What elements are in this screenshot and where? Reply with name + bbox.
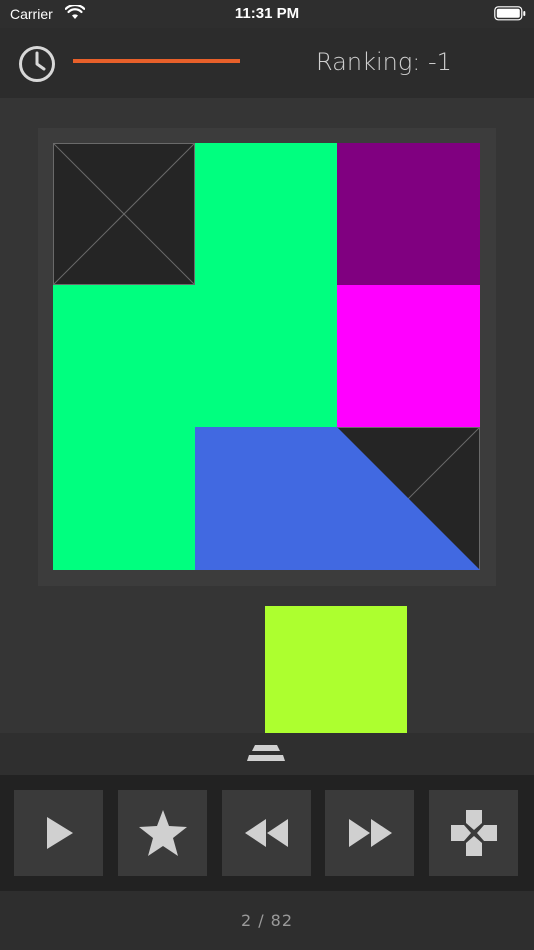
star-icon [138,810,187,856]
magenta-piece [337,285,480,427]
puzzle-board[interactable] [53,143,480,570]
ranking-label: Ranking: -1 [316,48,452,76]
drawer-handle[interactable] [0,733,534,775]
puzzle-board-frame [38,128,496,586]
favorite-button[interactable] [118,790,207,876]
purple-piece [337,143,480,285]
fast-forward-icon [348,819,392,847]
play-area [0,98,534,733]
gamepad-button[interactable] [429,790,518,876]
status-bar: Carrier 11:31 PM [0,0,534,28]
play-icon [46,817,73,849]
drawer-handle-icon [245,743,287,769]
tray-piece-yellow-green[interactable] [265,606,407,733]
status-time: 11:31 PM [234,5,300,22]
timer-progress-bar [73,59,240,63]
footer: 2 / 82 [0,891,534,950]
gamepad-icon [450,810,497,856]
level-counter: 2 / 82 [240,911,294,930]
play-button[interactable] [14,790,103,876]
game-header: Ranking: -1 [0,28,534,98]
battery-icon [494,6,526,25]
bottom-toolbar [0,775,534,891]
previous-level-button[interactable] [222,790,311,876]
rewind-icon [244,819,288,847]
next-level-button[interactable] [325,790,414,876]
empty-cell-top-left [53,143,195,285]
clock-icon [17,44,57,88]
